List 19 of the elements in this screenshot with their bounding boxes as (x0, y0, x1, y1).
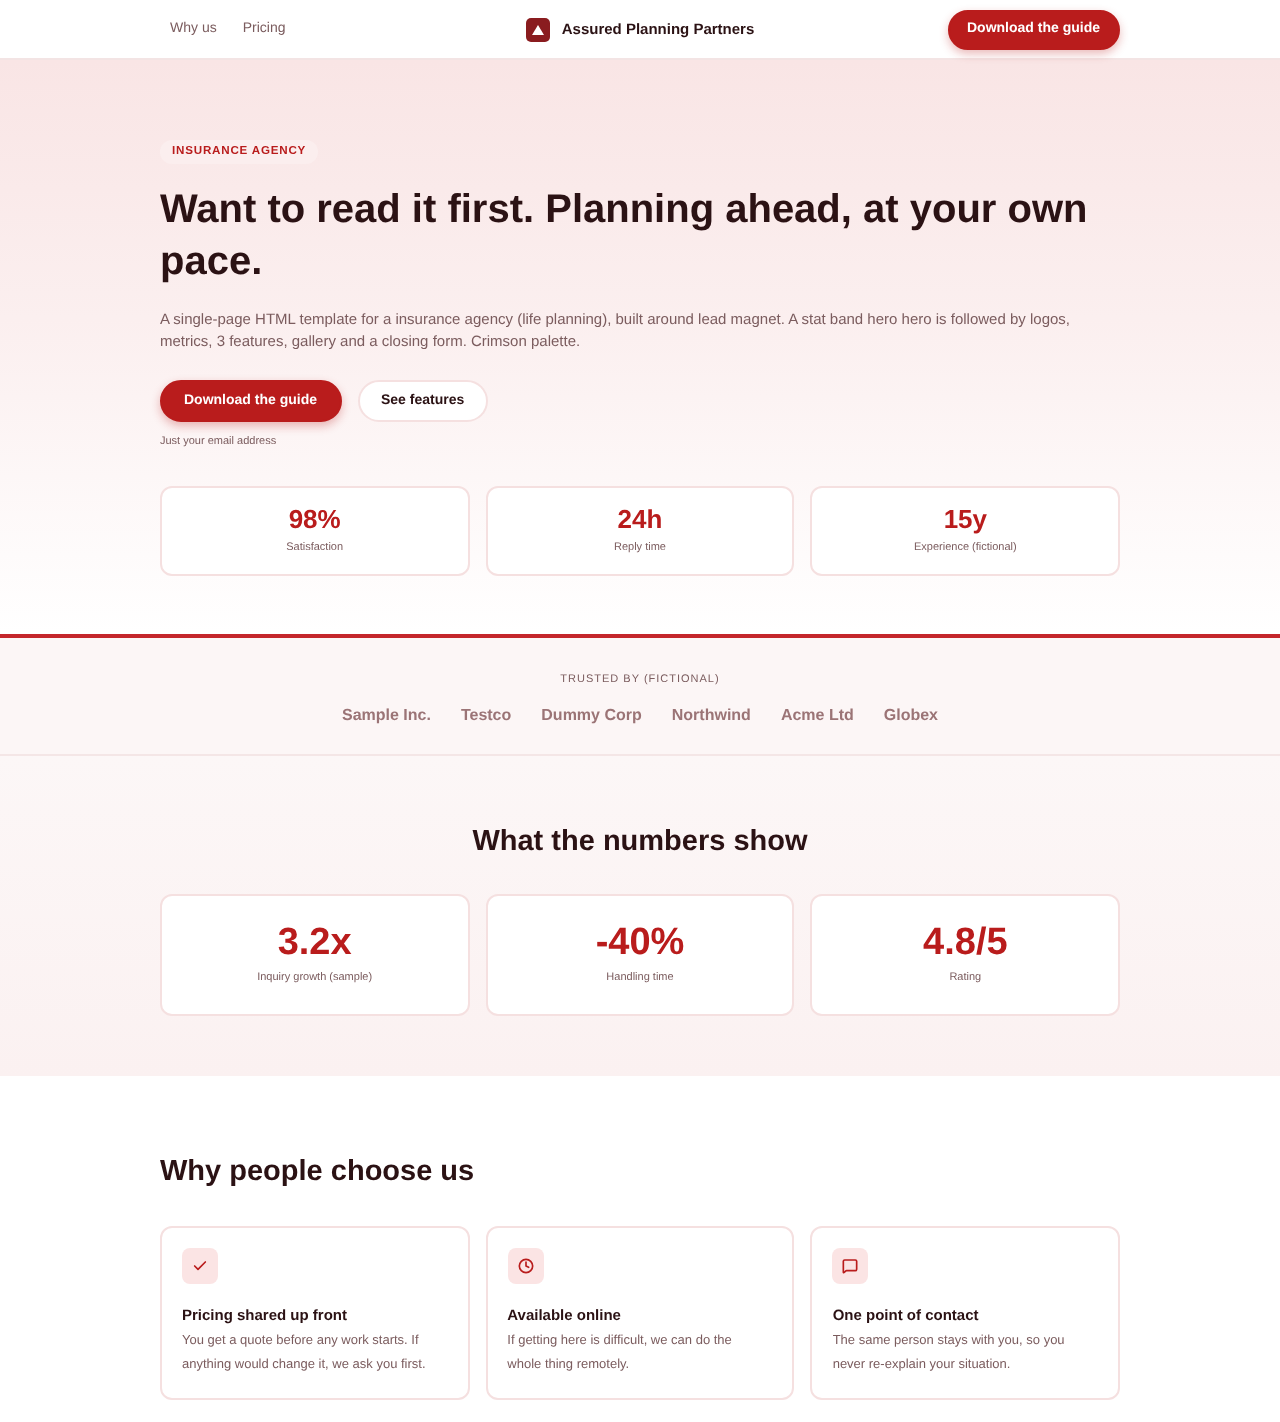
metric-value: 4.8/5 (923, 923, 1008, 965)
metric-value: 3.2x (277, 923, 352, 965)
stat-value: 15y (943, 505, 988, 535)
hero-title: Want to read it first. Planning ahead, at your own pace. (160, 186, 1090, 288)
clock-icon (507, 1248, 544, 1284)
stat-value: 98% (288, 505, 341, 535)
client-logo-name: Northwind (671, 706, 751, 724)
client-logo-name: Globex (883, 706, 939, 724)
section-title: What the numbers show (470, 824, 810, 862)
check-icon (182, 1248, 218, 1284)
stat-value: 24h (617, 505, 663, 535)
chat-bubble-icon (832, 1248, 869, 1284)
client-logo-name: Testco (460, 706, 512, 724)
metric-value: -40% (595, 923, 685, 965)
logo-icon (525, 17, 550, 41)
client-logo-name: Dummy Corp (541, 706, 642, 724)
section-title: Why people choose us (160, 1154, 477, 1192)
client-logo-name: Acme Ltd (780, 706, 854, 724)
client-logo-name: Sample Inc. (341, 706, 431, 724)
